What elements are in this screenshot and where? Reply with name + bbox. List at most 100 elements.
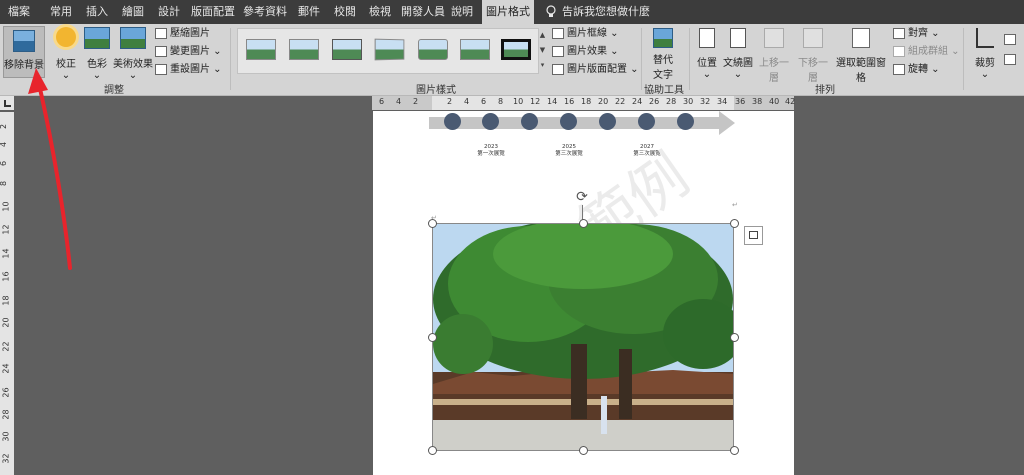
timeline-dot — [599, 113, 616, 130]
wrap-text-button[interactable]: 文繞圖 ⌄ — [723, 28, 753, 80]
group-divider — [230, 28, 231, 90]
rotate-handle-icon[interactable]: ⟳ — [575, 190, 589, 204]
timeline-year: 2023 — [484, 144, 498, 150]
height-field[interactable] — [1004, 32, 1019, 48]
ruler-label: 10 — [513, 97, 524, 106]
ruler-label: 18 — [581, 97, 592, 106]
resize-handle[interactable] — [579, 219, 588, 228]
alt-text-label-2: 文字 — [653, 70, 673, 81]
tab-design[interactable]: 設計 — [152, 0, 186, 24]
selection-pane-icon — [852, 28, 870, 48]
resize-handle[interactable] — [730, 219, 739, 228]
picture-layout-label: 圖片版面配置 — [567, 64, 627, 75]
left-tab-icon — [4, 100, 11, 107]
resize-handle[interactable] — [428, 333, 437, 342]
picture-effects-button[interactable]: 圖片效果 ⌄ — [552, 44, 619, 60]
style-thumb[interactable] — [289, 39, 319, 60]
tab-review[interactable]: 校閱 — [328, 0, 362, 24]
tab-home[interactable]: 常用 — [44, 0, 78, 24]
crop-button[interactable]: 裁剪 ⌄ — [970, 28, 1000, 80]
style-thumb[interactable] — [246, 39, 276, 60]
color-button[interactable]: 色彩 ⌄ — [84, 27, 110, 81]
ruler-label: 20 — [1, 317, 11, 328]
layout-options-button[interactable] — [744, 226, 763, 245]
timeline-dot — [638, 113, 655, 130]
send-backward-button[interactable]: 下移一層 — [794, 28, 832, 84]
picture-styles-gallery[interactable] — [237, 28, 539, 74]
timeline-dot — [444, 113, 461, 130]
horizontal-ruler[interactable]: 6 4 2 2 4 6 8 10 12 14 16 18 20 22 24 26… — [372, 96, 795, 110]
artistic-effects-button[interactable]: 美術效果 ⌄ — [112, 27, 154, 81]
ruler-label: 14 — [547, 97, 558, 106]
border-icon — [552, 27, 564, 39]
align-label: 對齊 — [908, 28, 928, 39]
tab-help[interactable]: 說明 — [449, 0, 475, 24]
style-thumb[interactable] — [418, 39, 448, 60]
chevron-down-icon: ⌄ — [733, 69, 743, 80]
wrap-text-icon — [730, 28, 746, 48]
rotate-button[interactable]: 旋轉 ⌄ — [893, 62, 940, 78]
compress-label: 壓縮圖片 — [170, 28, 210, 39]
tab-picture-format[interactable]: 圖片格式 — [482, 0, 534, 24]
ruler-label: 30 — [683, 97, 694, 106]
tab-view[interactable]: 檢視 — [363, 0, 397, 24]
style-thumb[interactable] — [332, 39, 362, 60]
resize-handle[interactable] — [730, 446, 739, 455]
ruler-label: 24 — [1, 363, 11, 374]
compress-pictures-button[interactable]: 壓縮圖片 — [155, 26, 210, 42]
chevron-down-icon: ⌄ — [702, 69, 712, 80]
position-button[interactable]: 位置 ⌄ — [694, 28, 720, 80]
ruler-label: 18 — [1, 295, 11, 306]
group-button[interactable]: 組成群組 ⌄ — [893, 44, 960, 60]
style-thumb[interactable] — [374, 38, 405, 61]
selection-pane-button[interactable]: 選取範圍窗格 — [833, 28, 889, 84]
change-picture-button[interactable]: 變更圖片 ⌄ — [155, 44, 222, 60]
position-icon — [699, 28, 715, 48]
rotate-icon — [893, 63, 905, 75]
resize-handle[interactable] — [579, 446, 588, 455]
picture-effects-label: 圖片效果 — [567, 46, 607, 57]
width-field[interactable] — [1004, 52, 1019, 68]
layout-icon — [552, 63, 564, 75]
ruler-label: 22 — [615, 97, 626, 106]
gallery-scroll[interactable]: ▲ ▼ ▾ — [538, 28, 547, 74]
tab-draw[interactable]: 繪圖 — [116, 0, 150, 24]
tab-selector[interactable] — [0, 96, 14, 110]
ruler-label: 22 — [1, 341, 11, 352]
vertical-ruler[interactable]: 2 4 6 8 10 12 14 16 18 20 22 24 26 28 30… — [0, 112, 14, 475]
ruler-label: 36 — [735, 97, 746, 106]
style-thumb[interactable] — [501, 39, 531, 60]
ruler-label: 4 — [464, 97, 470, 106]
resize-handle[interactable] — [730, 333, 739, 342]
picture-border-button[interactable]: 圖片框線 ⌄ — [552, 26, 619, 42]
resize-handle[interactable] — [428, 219, 437, 228]
ruler-label: 24 — [632, 97, 643, 106]
document-page[interactable]: 2023 第一次展覽 2025 第三次展覽 2027 第三次展覽 範例 ↵ ↵ … — [373, 111, 794, 475]
alt-text-button[interactable]: 替代 文字 — [648, 28, 678, 81]
alt-text-label-1: 替代 — [653, 55, 673, 66]
ruler-label: 26 — [1, 387, 11, 398]
resize-handle[interactable] — [428, 446, 437, 455]
picture-styles-group-label: 圖片樣式 — [416, 85, 456, 96]
tab-references[interactable]: 參考資料 — [240, 0, 290, 24]
picture-layout-button[interactable]: 圖片版面配置 ⌄ — [552, 62, 639, 78]
style-thumb[interactable] — [460, 39, 490, 60]
align-button[interactable]: 對齊 ⌄ — [893, 26, 940, 42]
ruler-label: 8 — [498, 97, 504, 106]
chevron-down-icon: ⌄ — [980, 69, 990, 80]
reset-picture-button[interactable]: 重設圖片 ⌄ — [155, 62, 222, 78]
tab-developer[interactable]: 開發人員 — [398, 0, 448, 24]
bring-forward-button[interactable]: 上移一層 — [755, 28, 793, 84]
paragraph-mark: ↵ — [732, 201, 738, 209]
tab-insert[interactable]: 插入 — [80, 0, 114, 24]
remove-background-icon — [13, 30, 35, 52]
tab-file[interactable]: 檔案 — [0, 0, 38, 24]
ribbon-tab-bar: 檔案 常用 插入 繪圖 設計 版面配置 參考資料 郵件 校閱 檢視 開發人員 說… — [0, 0, 1024, 24]
tab-mailings[interactable]: 郵件 — [292, 0, 326, 24]
tab-layout[interactable]: 版面配置 — [188, 0, 238, 24]
selected-picture[interactable] — [432, 223, 734, 451]
group-label: 組成群組 — [908, 46, 948, 57]
change-picture-label: 變更圖片 — [170, 46, 210, 57]
ruler-label: 2 — [447, 97, 453, 106]
tell-me-search[interactable]: 告訴我您想做什麼 — [562, 0, 658, 24]
